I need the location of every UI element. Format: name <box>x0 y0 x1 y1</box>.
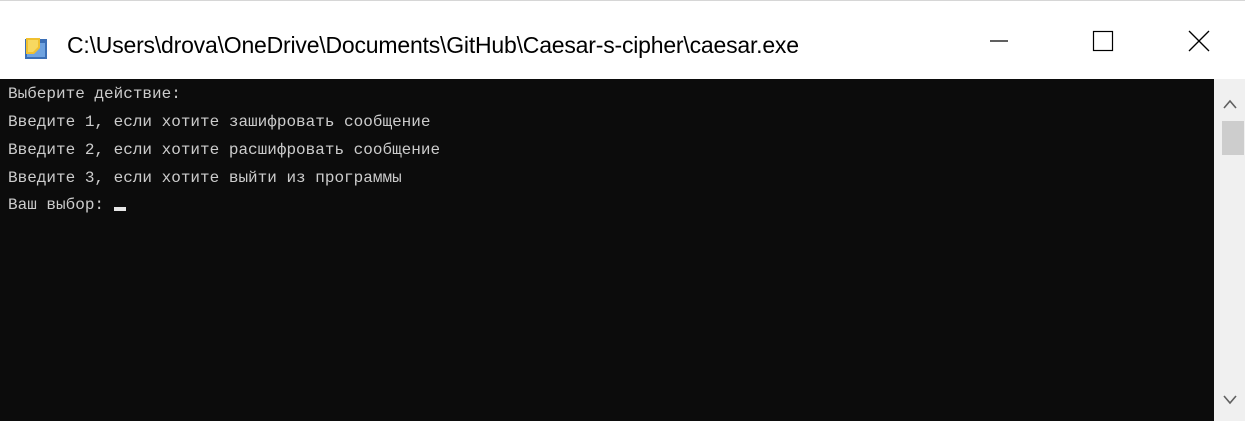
minimize-icon <box>990 40 1008 42</box>
console-output-area[interactable]: Выберите действие: Введите 1, если хотит… <box>0 79 1214 421</box>
console-window: C:\Users\drova\OneDrive\Documents\GitHub… <box>0 0 1245 421</box>
console-line: Введите 3, если хотите выйти из программ… <box>8 169 402 187</box>
scroll-up-arrow-icon <box>1222 99 1237 109</box>
text-cursor <box>114 207 127 211</box>
maximize-icon <box>1092 30 1114 52</box>
prompt-text: Ваш выбор: <box>8 196 105 214</box>
title-bar[interactable]: C:\Users\drova\OneDrive\Documents\GitHub… <box>0 2 1245 79</box>
close-button[interactable] <box>1153 3 1245 79</box>
window-title: C:\Users\drova\OneDrive\Documents\GitHub… <box>67 32 799 58</box>
scroll-down-button[interactable] <box>1214 385 1245 415</box>
close-icon <box>1188 30 1210 52</box>
maximize-button[interactable] <box>1057 3 1149 79</box>
scrollbar-thumb[interactable] <box>1222 121 1244 155</box>
console-prompt-line[interactable]: Ваш выбор: <box>8 194 127 216</box>
console-line: Введите 1, если хотите зашифровать сообщ… <box>8 113 431 131</box>
scroll-down-arrow-icon <box>1222 395 1237 405</box>
vertical-scrollbar[interactable] <box>1214 79 1245 421</box>
minimize-button[interactable] <box>953 3 1045 79</box>
console-app-icon[interactable] <box>24 36 50 62</box>
console-line: Выберите действие: <box>8 85 181 103</box>
console-line: Введите 2, если хотите расшифровать сооб… <box>8 141 441 159</box>
scroll-up-button[interactable] <box>1214 89 1245 119</box>
